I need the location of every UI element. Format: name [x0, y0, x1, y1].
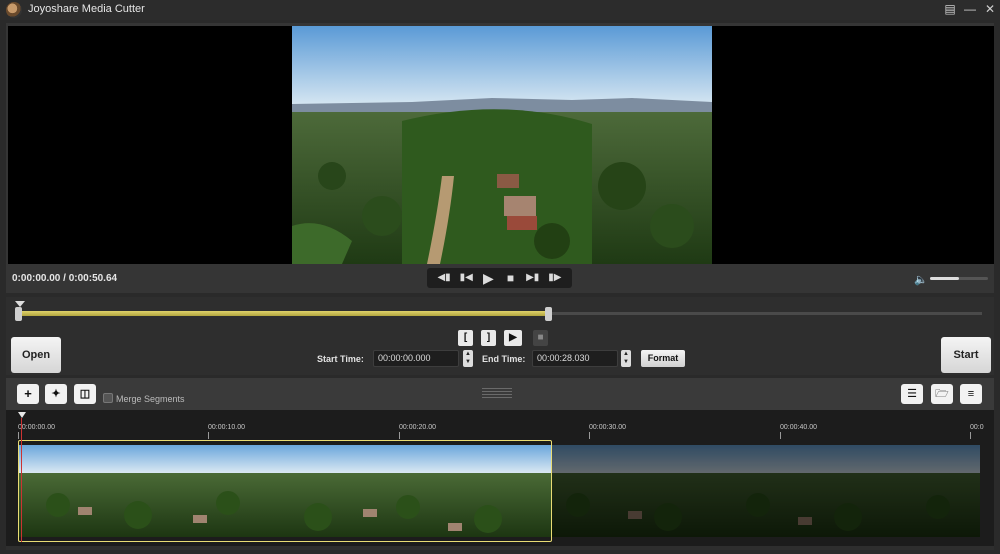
tick-mark — [399, 432, 400, 439]
panel-resize-grip[interactable] — [482, 388, 512, 398]
tick-mark — [780, 432, 781, 439]
range-start-handle[interactable] — [15, 307, 22, 321]
tick-label: 00:00:40.00 — [780, 424, 817, 431]
transport-controls: ◀▮ ▮◀ ▶ ■ ▶▮ ▮▶ — [427, 268, 572, 288]
tick-label: 00:00:10.00 — [208, 424, 245, 431]
volume-icon[interactable]: 🔈 — [914, 273, 928, 286]
tick-label: 00:00:30.00 — [589, 424, 626, 431]
add-segment-icon[interactable]: + — [17, 384, 39, 404]
merge-segments-checkbox[interactable] — [103, 393, 113, 403]
timeline-panel: + ✦ ◫ Merge Segments ☰ 🗁 ≡ 00:00:00.00 0… — [6, 378, 994, 550]
timeline-toolbar: + ✦ ◫ Merge Segments ☰ 🗁 ≡ — [6, 378, 994, 410]
play-icon[interactable]: ▶ — [479, 270, 497, 286]
start-time-stepper[interactable]: ▲ ▼ — [463, 350, 473, 367]
video-preview[interactable] — [8, 26, 994, 264]
tick-mark — [589, 432, 590, 439]
trash-icon[interactable]: ◫ — [74, 384, 96, 404]
current-time: 0:00:00.00 — [12, 273, 61, 284]
next-frame-icon[interactable]: ▮▶ — [546, 270, 564, 286]
prev-frame-icon[interactable]: ◀▮ — [435, 270, 453, 286]
app-logo-icon — [6, 2, 22, 18]
tick-label: 00:00:20.00 — [399, 424, 436, 431]
open-button[interactable]: Open — [11, 337, 61, 373]
edit-panel: Open Start [ ] ▶ ■ Start Time: 00:00:00.… — [6, 297, 994, 375]
range-end-handle[interactable] — [545, 307, 553, 321]
tick-mark — [208, 432, 209, 439]
volume-fill — [930, 277, 959, 280]
end-time-field[interactable]: 00:00:28.030 — [532, 350, 618, 367]
tick-label: 00:0 — [970, 424, 984, 431]
step-back-icon[interactable]: ▮◀ — [457, 270, 475, 286]
format-button[interactable]: Format — [641, 350, 685, 367]
timeline-playhead-line — [21, 418, 22, 542]
total-time: 0:00:50.64 — [68, 273, 118, 284]
tick-mark — [18, 432, 19, 439]
start-time-label: Start Time: — [317, 354, 364, 364]
play-segment-icon[interactable]: ▶ — [504, 330, 522, 346]
edit-list-icon[interactable]: ≡ — [960, 384, 982, 404]
menu-icon[interactable]: ▤ — [940, 0, 960, 20]
tick-label: 00:00:00.00 — [18, 424, 55, 431]
timeline-ruler[interactable]: 00:00:00.00 00:00:10.00 00:00:20.00 00:0… — [6, 410, 994, 440]
player-panel: 0:00:00.00 / 0:00:50.64 ◀▮ ▮◀ ▶ ■ ▶▮ ▮▶ … — [6, 23, 994, 293]
end-time-label: End Time: — [482, 354, 526, 364]
segment-list-icon[interactable]: ☰ — [901, 384, 923, 404]
magic-wand-icon[interactable]: ✦ — [45, 384, 67, 404]
volume-slider[interactable] — [930, 277, 988, 280]
range-selection — [18, 311, 549, 316]
app-title: Joyoshare Media Cutter — [28, 3, 145, 15]
minimize-icon[interactable]: — — [960, 0, 980, 20]
timeline-playhead-icon[interactable] — [18, 412, 26, 418]
start-time-field[interactable]: 00:00:00.000 — [373, 350, 459, 367]
merge-segments-label: Merge Segments — [116, 394, 185, 404]
selected-segment[interactable] — [18, 440, 552, 542]
end-time-stepper[interactable]: ▲ ▼ — [621, 350, 631, 367]
mark-out-icon[interactable]: ] — [481, 330, 496, 346]
step-forward-icon[interactable]: ▶▮ — [524, 270, 542, 286]
start-button[interactable]: Start — [941, 337, 991, 373]
time-readout: 0:00:00.00 / 0:00:50.64 — [12, 273, 118, 284]
video-track — [6, 440, 994, 546]
tick-mark — [970, 432, 971, 439]
video-frame — [292, 26, 712, 264]
output-folder-icon[interactable]: 🗁 — [931, 384, 953, 404]
close-icon[interactable]: ✕ — [980, 0, 1000, 20]
mark-in-icon[interactable]: [ — [458, 330, 473, 346]
stop-icon[interactable]: ■ — [502, 270, 520, 286]
unselected-region-overlay — [552, 445, 980, 537]
stop-segment-icon[interactable]: ■ — [533, 330, 548, 346]
title-bar: Joyoshare Media Cutter ▤ — ✕ — [0, 0, 1000, 20]
